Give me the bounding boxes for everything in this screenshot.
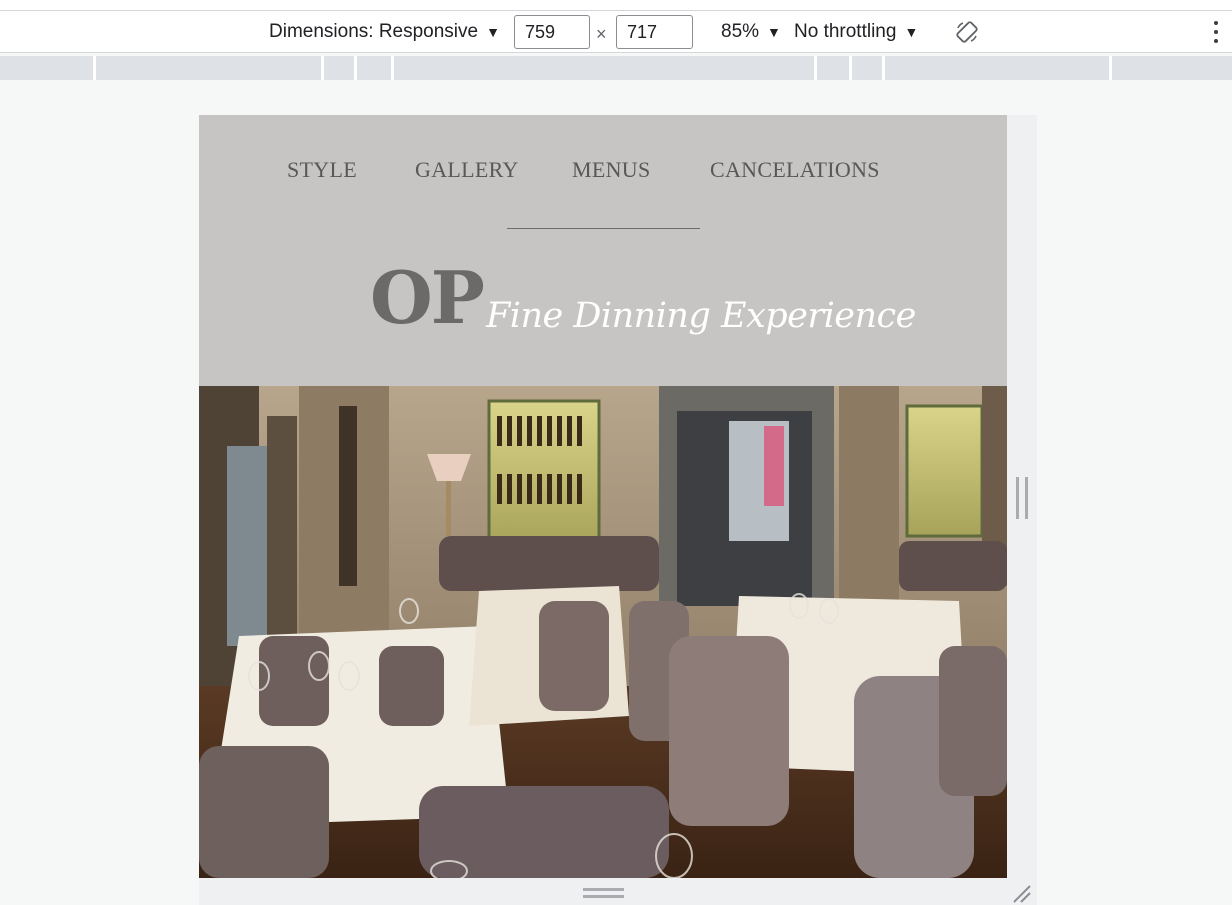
site-logo: OP bbox=[370, 255, 485, 340]
site-nav: STYLE GALLERY MENUS CANCELATIONS bbox=[199, 157, 1007, 187]
more-vert-icon[interactable] bbox=[1213, 21, 1219, 43]
zoom-dropdown[interactable]: 85% ▼ bbox=[721, 11, 781, 53]
header-divider bbox=[507, 228, 700, 229]
throttling-label: No throttling bbox=[794, 21, 897, 42]
media-query-segment[interactable] bbox=[1112, 56, 1232, 80]
media-query-segment[interactable] bbox=[96, 56, 321, 80]
dimensions-dropdown[interactable]: Dimensions: Responsive ▼ bbox=[269, 11, 500, 53]
hero-image bbox=[199, 386, 1007, 878]
media-query-segment[interactable] bbox=[885, 56, 1109, 80]
dimensions-label: Dimensions: Responsive bbox=[269, 21, 479, 42]
corner-resize-handle[interactable] bbox=[1012, 884, 1032, 904]
rotate-button[interactable] bbox=[955, 11, 979, 53]
chevron-down-icon: ▼ bbox=[486, 24, 500, 40]
nav-link-gallery[interactable]: GALLERY bbox=[415, 157, 519, 183]
emulated-viewport: STYLE GALLERY MENUS CANCELATIONS OP Fine… bbox=[199, 115, 1007, 878]
device-toolbar: Dimensions: Responsive ▼ 759 × 717 85% ▼… bbox=[0, 11, 1232, 53]
throttling-dropdown[interactable]: No throttling ▼ bbox=[794, 11, 918, 53]
times-icon: × bbox=[596, 24, 607, 44]
chevron-down-icon: ▼ bbox=[767, 24, 781, 40]
media-query-segment[interactable] bbox=[357, 56, 391, 80]
width-input[interactable]: 759 bbox=[514, 15, 590, 49]
media-query-bar bbox=[0, 56, 1232, 80]
media-query-segment[interactable] bbox=[0, 56, 93, 80]
height-resize-handle[interactable] bbox=[583, 888, 624, 898]
media-query-segment[interactable] bbox=[394, 56, 814, 80]
media-query-segment[interactable] bbox=[324, 56, 354, 80]
media-query-segment[interactable] bbox=[817, 56, 849, 80]
nav-link-cancelations[interactable]: CANCELATIONS bbox=[710, 157, 880, 183]
height-input[interactable]: 717 bbox=[616, 15, 693, 49]
width-resize-handle[interactable] bbox=[1016, 477, 1028, 519]
chevron-down-icon: ▼ bbox=[904, 24, 919, 40]
zoom-label: 85% bbox=[721, 21, 760, 42]
media-query-segment[interactable] bbox=[852, 56, 882, 80]
rotate-icon bbox=[956, 21, 978, 43]
devtools-top-border bbox=[0, 0, 1232, 11]
restaurant-photo bbox=[199, 386, 1007, 878]
nav-link-menus[interactable]: MENUS bbox=[572, 157, 651, 183]
nav-link-style[interactable]: STYLE bbox=[287, 157, 357, 183]
site-tagline: Fine Dinning Experience bbox=[486, 296, 916, 336]
